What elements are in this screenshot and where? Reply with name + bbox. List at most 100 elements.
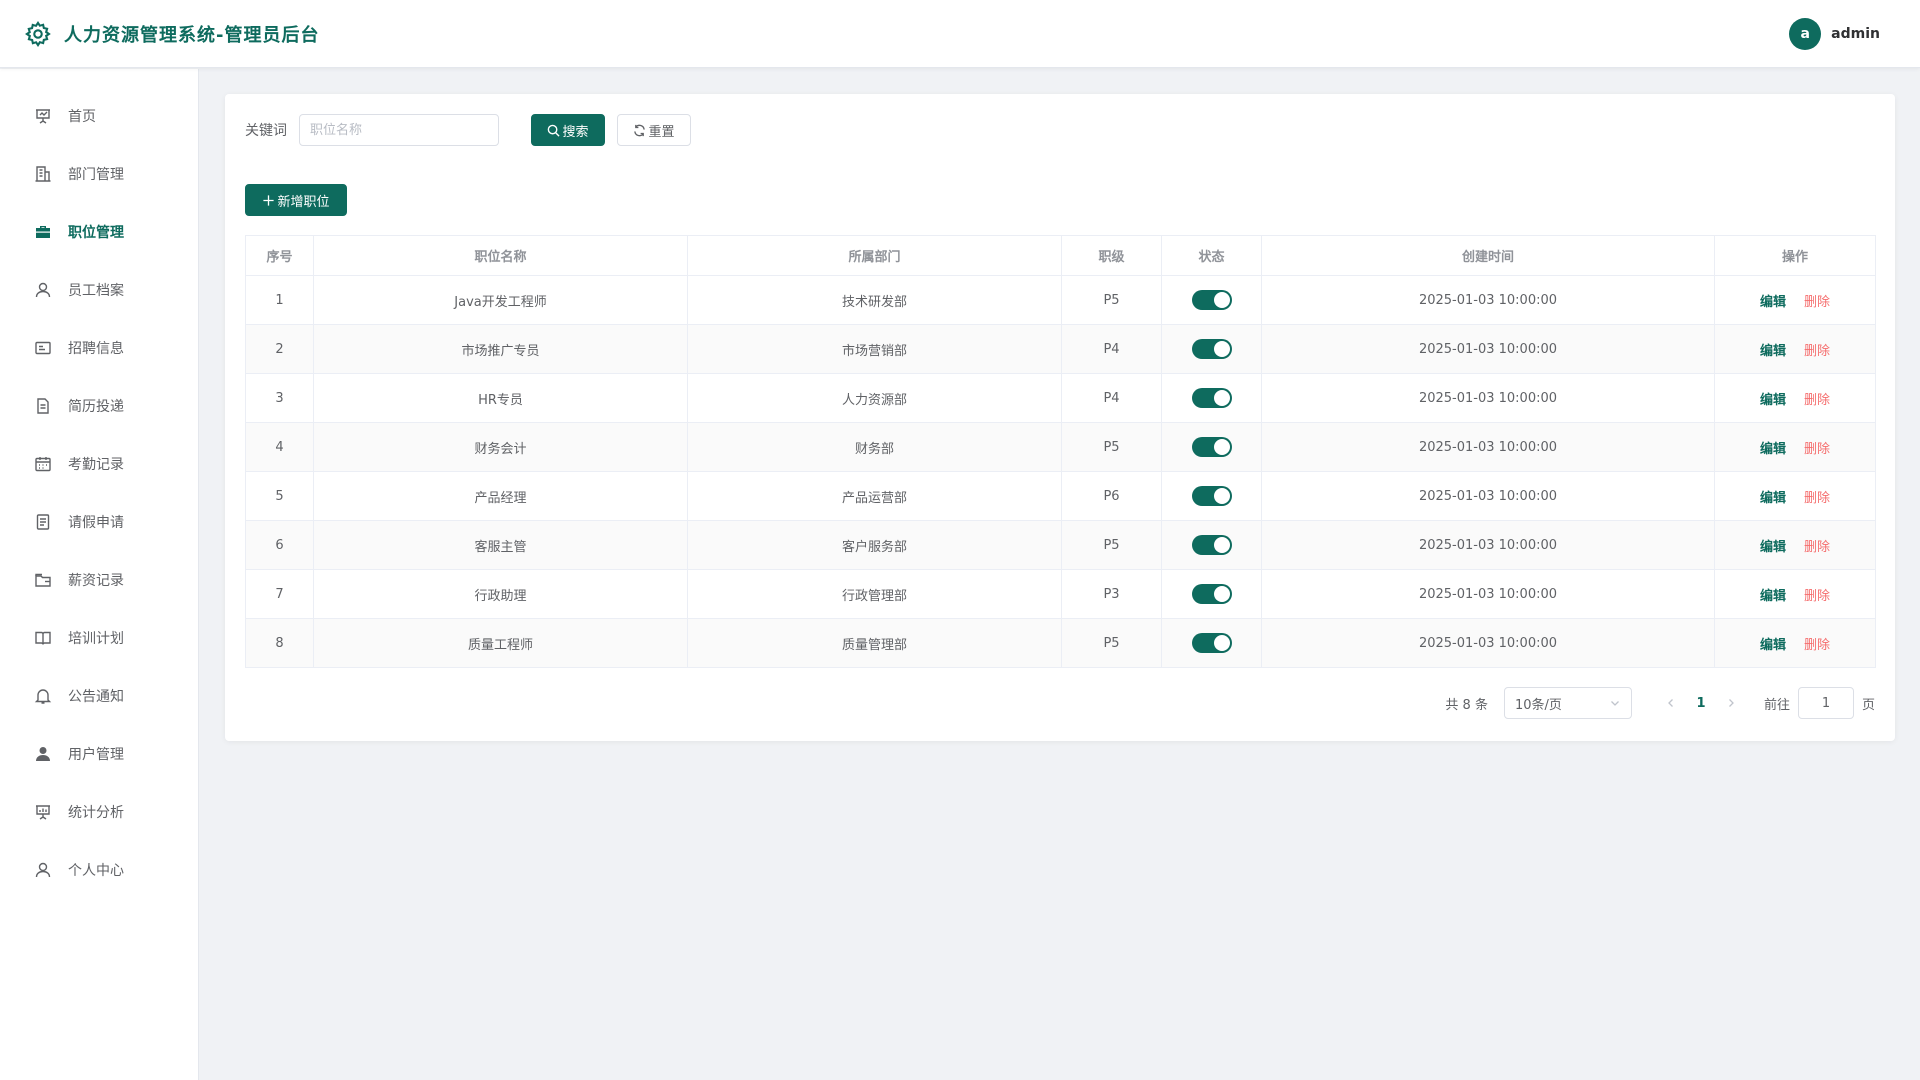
tickets-icon: [36, 514, 50, 530]
search-icon: [548, 124, 561, 137]
sidebar-item-attendance[interactable]: 考勤记录: [0, 435, 198, 493]
cell-level: P5: [1061, 275, 1162, 325]
status-toggle[interactable]: [1191, 633, 1232, 653]
cell-created: 2025-01-03 10:00:00: [1261, 569, 1715, 619]
cell-index: 6: [245, 520, 314, 570]
delete-button[interactable]: 删除: [1804, 344, 1830, 359]
postcard-icon: [35, 341, 51, 355]
cell-level: P5: [1061, 422, 1162, 472]
cell-index: 5: [245, 471, 314, 521]
sidebar-item-label: 统计分析: [68, 805, 124, 821]
keyword-input[interactable]: [299, 114, 499, 146]
edit-button[interactable]: 编辑: [1760, 589, 1786, 604]
bell-icon: [34, 689, 52, 704]
refresh-icon: [634, 124, 646, 136]
page-size-select[interactable]: 10条/页: [1503, 687, 1632, 719]
cell-index: 1: [245, 275, 314, 325]
cell-actions: 编辑 删除: [1714, 569, 1876, 619]
username[interactable]: admin: [1831, 26, 1880, 42]
cell-name: Java开发工程师: [313, 275, 688, 325]
reset-button[interactable]: 重置: [617, 114, 691, 146]
sidebar-item-label: 培训计划: [68, 631, 124, 647]
delete-button[interactable]: 删除: [1804, 540, 1830, 555]
edit-button[interactable]: 编辑: [1760, 491, 1786, 506]
cell-name: HR专员: [313, 373, 688, 423]
sidebar-item-home[interactable]: 首页: [0, 87, 198, 145]
sidebar-item-label: 招聘信息: [68, 341, 124, 357]
status-toggle[interactable]: [1191, 486, 1232, 506]
sidebar-item-recruit[interactable]: 招聘信息: [0, 319, 198, 377]
content-card: 关键词 搜索 重置 新增职位 序号 职位名称 所属部门: [225, 94, 1895, 741]
column-header: 创建时间: [1261, 235, 1715, 276]
edit-button[interactable]: 编辑: [1760, 393, 1786, 408]
cell-index: 2: [245, 324, 314, 374]
cell-status: [1161, 569, 1262, 619]
edit-button[interactable]: 编辑: [1760, 540, 1786, 555]
sidebar-item-training[interactable]: 培训计划: [0, 609, 198, 667]
table-row: 2 市场推广专员 市场营销部 P4 2025-01-03 10:00:00 编辑…: [245, 324, 1876, 374]
sidebar-item-position[interactable]: 职位管理: [0, 203, 198, 261]
cell-status: [1161, 324, 1262, 374]
search-button[interactable]: 搜索: [531, 114, 605, 146]
sidebar-item-resume[interactable]: 简历投递: [0, 377, 198, 435]
next-page-button[interactable]: [1716, 689, 1746, 717]
column-header: 职级: [1061, 235, 1162, 276]
cell-status: [1161, 618, 1262, 668]
cell-name: 市场推广专员: [313, 324, 688, 374]
sidebar-item-users[interactable]: 用户管理: [0, 725, 198, 783]
chevron-down-icon: [1611, 701, 1619, 706]
cell-index: 3: [245, 373, 314, 423]
delete-button[interactable]: 删除: [1804, 638, 1830, 653]
sidebar-item-statistics[interactable]: 统计分析: [0, 783, 198, 841]
cell-dept: 客户服务部: [687, 520, 1062, 570]
main-content: 关键词 搜索 重置 新增职位 序号 职位名称 所属部门: [200, 69, 1920, 1080]
cell-created: 2025-01-03 10:00:00: [1261, 520, 1715, 570]
cell-dept: 质量管理部: [687, 618, 1062, 668]
edit-button[interactable]: 编辑: [1760, 442, 1786, 457]
add-position-button[interactable]: 新增职位: [245, 184, 347, 216]
sidebar-item-label: 个人中心: [68, 863, 124, 879]
edit-button[interactable]: 编辑: [1760, 638, 1786, 653]
cell-dept: 人力资源部: [687, 373, 1062, 423]
cell-created: 2025-01-03 10:00:00: [1261, 422, 1715, 472]
sidebar-item-notice[interactable]: 公告通知: [0, 667, 198, 725]
table-row: 6 客服主管 客户服务部 P5 2025-01-03 10:00:00 编辑 删除: [245, 520, 1876, 570]
user-menu[interactable]: a admin: [1789, 18, 1880, 50]
cell-index: 7: [245, 569, 314, 619]
status-toggle[interactable]: [1191, 535, 1232, 555]
pagination: 共 8 条 10条/页 1 前往 页: [1445, 687, 1875, 719]
status-toggle[interactable]: [1191, 388, 1232, 408]
page-number[interactable]: 1: [1686, 696, 1716, 711]
keyword-label: 关键词: [245, 123, 287, 139]
sidebar-item-leave[interactable]: 请假申请: [0, 493, 198, 551]
cell-level: P5: [1061, 618, 1162, 668]
delete-button[interactable]: 删除: [1804, 491, 1830, 506]
delete-button[interactable]: 删除: [1804, 589, 1830, 604]
delete-button[interactable]: 删除: [1804, 393, 1830, 408]
status-toggle[interactable]: [1191, 584, 1232, 604]
prev-page-button[interactable]: [1656, 689, 1686, 717]
cell-created: 2025-01-03 10:00:00: [1261, 618, 1715, 668]
page-suffix: 页: [1861, 697, 1875, 713]
table-row: 8 质量工程师 质量管理部 P5 2025-01-03 10:00:00 编辑 删…: [245, 618, 1876, 668]
status-toggle[interactable]: [1191, 290, 1232, 310]
status-toggle[interactable]: [1191, 437, 1232, 457]
sidebar-item-profile[interactable]: 个人中心: [0, 841, 198, 899]
sidebar-item-salary[interactable]: 薪资记录: [0, 551, 198, 609]
delete-button[interactable]: 删除: [1804, 442, 1830, 457]
cell-name: 产品经理: [313, 471, 688, 521]
cell-dept: 产品运营部: [687, 471, 1062, 521]
user-filled-icon: [36, 747, 50, 761]
wallet-icon: [35, 573, 51, 587]
avatar[interactable]: a: [1789, 18, 1822, 50]
document-icon: [37, 398, 49, 414]
table-row: 3 HR专员 人力资源部 P4 2025-01-03 10:00:00 编辑 删除: [245, 373, 1876, 423]
edit-button[interactable]: 编辑: [1760, 344, 1786, 359]
sidebar-item-employee[interactable]: 员工档案: [0, 261, 198, 319]
goto-page-input[interactable]: [1797, 687, 1854, 719]
edit-button[interactable]: 编辑: [1760, 295, 1786, 310]
sidebar-item-department[interactable]: 部门管理: [0, 145, 198, 203]
status-toggle[interactable]: [1191, 339, 1232, 359]
book-icon: [35, 631, 51, 645]
delete-button[interactable]: 删除: [1804, 295, 1830, 310]
